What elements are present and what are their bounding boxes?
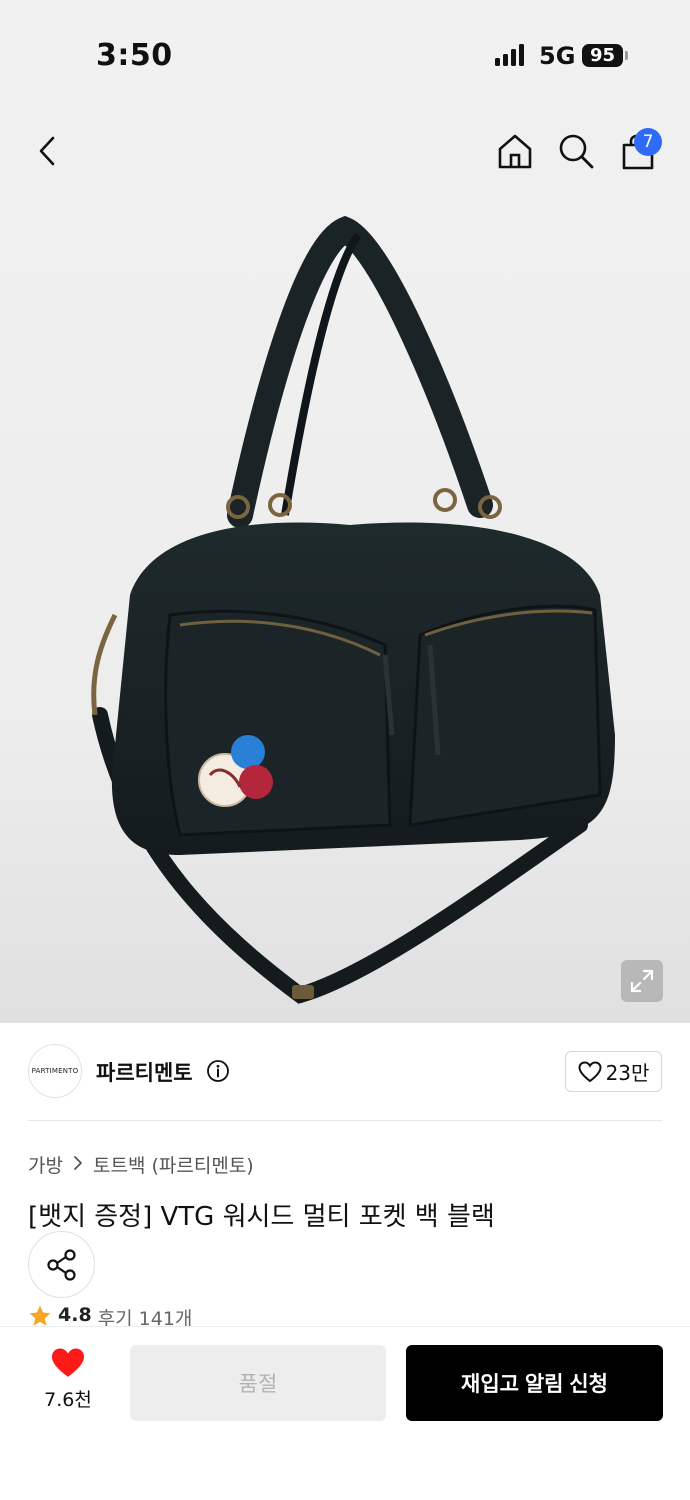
network-label: 5G — [539, 42, 576, 70]
share-button[interactable] — [28, 1231, 95, 1298]
brand-logo-text: PARTIMENTO — [31, 1067, 79, 1075]
brand-name[interactable]: 파르티멘토 — [96, 1057, 193, 1087]
search-icon — [559, 134, 594, 169]
battery-level: 95 — [589, 45, 616, 66]
product-title: [뱃지 증정] VTG 워시드 멀티 포켓 백 블랙 — [28, 1202, 495, 1232]
brand-like-count: 23만 — [605, 1061, 650, 1085]
info-icon[interactable] — [206, 1059, 230, 1083]
search-button[interactable] — [555, 130, 597, 172]
wishlist-button[interactable]: 7.6천 — [28, 1347, 108, 1417]
restock-alert-button[interactable]: 재입고 알림 신청 — [406, 1345, 663, 1421]
heart-outline-icon — [578, 1060, 602, 1082]
back-button[interactable] — [28, 130, 68, 172]
breadcrumb-category[interactable]: 가방 — [28, 1151, 63, 1178]
home-icon — [498, 134, 532, 169]
wishlist-count: 7.6천 — [44, 1389, 92, 1411]
chevron-right-icon — [74, 1156, 82, 1170]
soldout-button[interactable]: 품절 — [130, 1345, 386, 1421]
zoom-button[interactable] — [621, 960, 663, 1002]
battery-icon: 95 — [582, 44, 623, 67]
divider — [28, 1120, 662, 1121]
heart-filled-icon — [52, 1348, 84, 1377]
rating-score: 4.8 — [58, 1304, 92, 1326]
share-icon — [46, 1248, 76, 1281]
product-image — [91, 215, 615, 1004]
star-icon — [29, 1305, 51, 1326]
expand-icon — [630, 969, 654, 993]
chevron-left-icon — [39, 136, 55, 166]
brand-like-button[interactable]: 23만 — [565, 1051, 662, 1092]
review-count: 후기 141개 — [97, 1308, 193, 1326]
status-time: 3:50 — [96, 38, 173, 73]
brand-logo[interactable]: PARTIMENTO — [28, 1044, 82, 1098]
cart-count-badge: 7 — [634, 128, 662, 156]
home-button[interactable] — [494, 130, 536, 172]
battery-tip — [625, 51, 628, 60]
breadcrumb-subcategory[interactable]: 토트백 (파르티멘토) — [93, 1151, 254, 1178]
signal-icon — [495, 44, 524, 66]
rating-row[interactable]: 4.8 후기 141개 — [28, 1304, 192, 1326]
